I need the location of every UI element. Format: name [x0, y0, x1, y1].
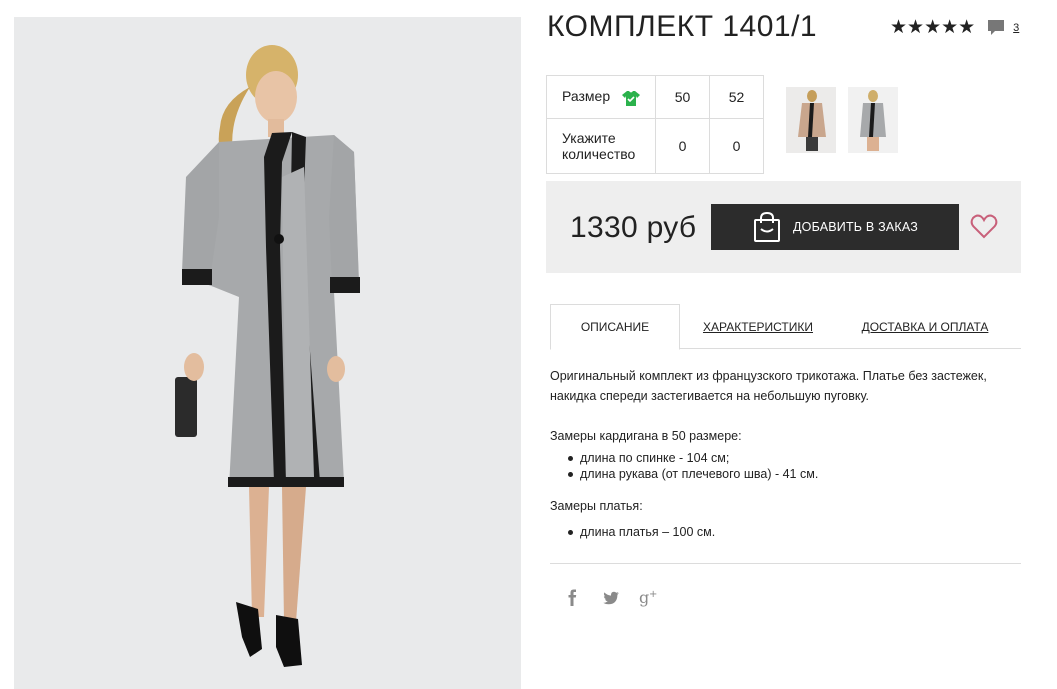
rating-stars[interactable]: ★★★★★: [890, 18, 975, 37]
comment-icon[interactable]: [987, 19, 1005, 37]
thumbnail-2[interactable]: [848, 87, 898, 153]
quantity-52[interactable]: 0: [709, 118, 764, 174]
product-photo: [14, 17, 521, 689]
price-panel: 1330 руб ДОБАВИТЬ В ЗАКАЗ: [546, 181, 1021, 273]
dress-measurements: длина платья – 100 см.: [568, 524, 1025, 540]
description-intro: Оригинальный комплект из французского тр…: [550, 369, 987, 403]
product-title: КОМПЛЕКТ 1401/1: [547, 10, 818, 43]
svg-text:+: +: [649, 589, 657, 600]
size-label-cell: Размер: [546, 75, 656, 119]
cardigan-heading: Замеры кардигана в 50 размере:: [550, 429, 742, 443]
product-tabs: ОПИСАНИЕ ХАРАКТЕРИСТИКИ ДОСТАВКА И ОПЛАТ…: [550, 304, 1021, 350]
rating: ★★★★★ 3: [890, 18, 1019, 37]
bag-icon: [752, 211, 782, 243]
list-item: длина рукава (от плечевого шва) - 41 см.: [568, 466, 1025, 482]
thumbnail-1[interactable]: [786, 87, 836, 153]
price: 1330 руб: [570, 211, 697, 244]
quantity-50[interactable]: 0: [655, 118, 710, 174]
size-row: Размер 50 52: [546, 75, 764, 119]
size-label: Размер: [562, 88, 611, 105]
twitter-icon[interactable]: [601, 588, 621, 608]
heart-icon[interactable]: [970, 212, 998, 240]
size-50[interactable]: 50: [655, 75, 710, 119]
list-item: длина платья – 100 см.: [568, 524, 1025, 540]
dress-heading: Замеры платья:: [550, 499, 643, 513]
tab-characteristics[interactable]: ХАРАКТЕРИСТИКИ: [700, 304, 816, 349]
list-item: длина по спинке - 104 см;: [568, 450, 1025, 466]
description: Оригинальный комплект из французского тр…: [550, 366, 1025, 540]
size-table: Размер 50 52 Укажите количество 0 0: [546, 75, 764, 174]
tab-delivery-payment[interactable]: ДОСТАВКА И ОПЛАТА: [860, 304, 990, 349]
social-links: g +: [563, 588, 659, 608]
cardigan-measurements: длина по спинке - 104 см; длина рукава (…: [568, 450, 1025, 482]
google-plus-icon[interactable]: g +: [639, 588, 659, 608]
add-to-order-button[interactable]: ДОБАВИТЬ В ЗАКАЗ: [711, 204, 959, 250]
size-52[interactable]: 52: [709, 75, 764, 119]
divider: [550, 563, 1021, 564]
comment-count[interactable]: 3: [1013, 22, 1019, 34]
add-to-order-label: ДОБАВИТЬ В ЗАКАЗ: [793, 220, 919, 234]
facebook-icon[interactable]: [563, 588, 583, 608]
svg-text:g: g: [639, 588, 649, 607]
quantity-label: Укажите количество: [546, 118, 656, 174]
tab-description[interactable]: ОПИСАНИЕ: [550, 304, 680, 350]
shirt-icon[interactable]: [622, 90, 641, 106]
quantity-row: Укажите количество 0 0: [546, 118, 764, 174]
